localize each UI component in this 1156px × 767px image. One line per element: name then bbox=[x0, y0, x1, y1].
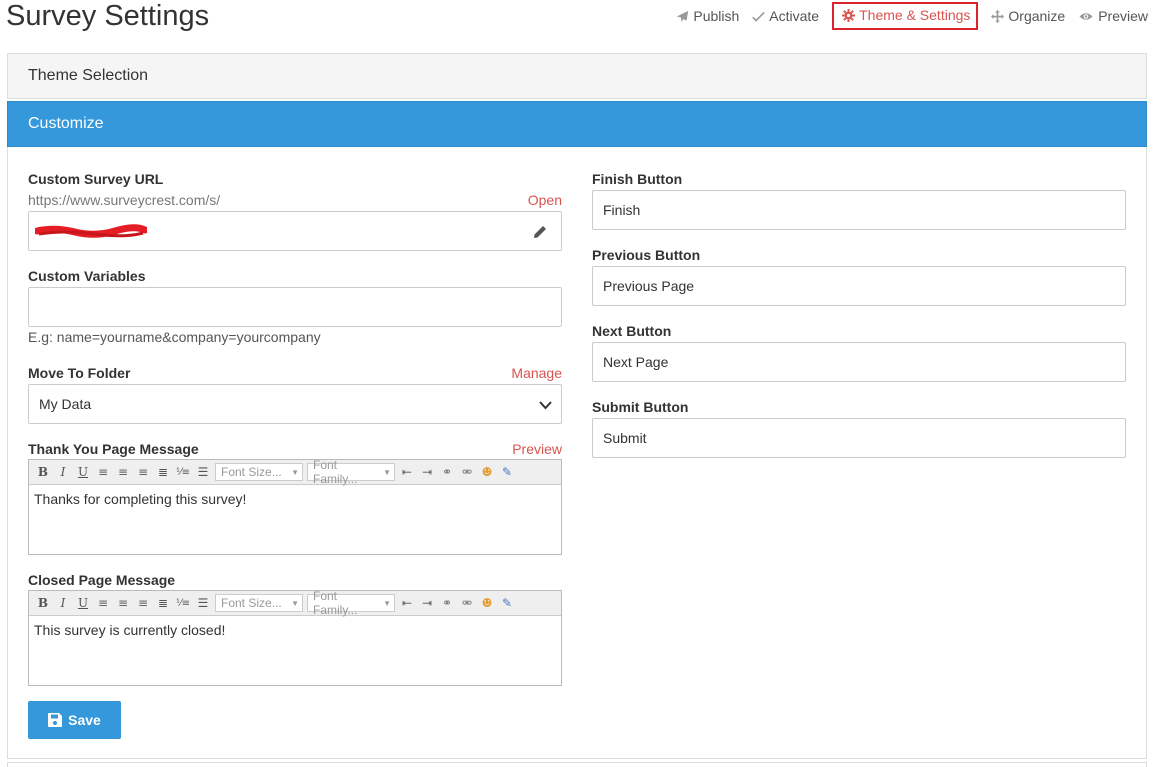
link-icon[interactable]: ⚭ bbox=[438, 463, 456, 481]
dropdown-arrow-icon: ▼ bbox=[291, 467, 299, 477]
font-size-select-label: Font Size... bbox=[221, 596, 282, 610]
chevron-down-icon bbox=[539, 401, 552, 410]
folder-select-value: My Data bbox=[39, 396, 92, 412]
pencil-icon[interactable] bbox=[532, 224, 548, 240]
save-button[interactable]: Save bbox=[28, 701, 121, 739]
previous-button-input[interactable]: Previous Page bbox=[592, 266, 1126, 306]
thank-you-editor-toolbar: B I U ≡ ≡ ≡ ≣ ⅟≡ ☰ Font Size... ▼ Font Fa… bbox=[29, 458, 561, 486]
align-center-icon[interactable]: ≡ bbox=[114, 594, 132, 612]
nav-activate-label: Activate bbox=[769, 8, 820, 24]
font-family-select[interactable]: Font Family... ▼ bbox=[307, 458, 395, 486]
ordered-list-icon[interactable]: ⅟≡ bbox=[174, 594, 192, 612]
custom-url-label: Custom Survey URL bbox=[28, 171, 164, 187]
manage-link[interactable]: Manage bbox=[511, 365, 562, 381]
save-button-label: Save bbox=[68, 712, 101, 728]
font-size-select[interactable]: Font Size... ▼ bbox=[215, 463, 303, 481]
move-to-folder-label: Move To Folder bbox=[28, 365, 131, 381]
custom-url-prefix: https://www.surveycrest.com/s/ bbox=[28, 192, 221, 208]
floppy-disk-icon bbox=[48, 713, 63, 727]
custom-url-input[interactable] bbox=[28, 211, 562, 251]
italic-icon[interactable]: I bbox=[54, 594, 72, 612]
unlink-icon[interactable]: ⚮ bbox=[458, 594, 476, 612]
closed-page-editor[interactable]: B I U ≡ ≡ ≡ ≣ ⅟≡ ☰ Font Size... ▼ Font Fa… bbox=[28, 589, 562, 686]
open-link[interactable]: Open bbox=[528, 192, 562, 208]
unordered-list-icon[interactable]: ☰ bbox=[194, 463, 212, 481]
closed-page-editor-toolbar: B I U ≡ ≡ ≡ ≣ ⅟≡ ☰ Font Size... ▼ Font Fa… bbox=[29, 589, 561, 617]
next-panel-edge bbox=[7, 762, 1147, 767]
custom-variables-label: Custom Variables bbox=[28, 268, 146, 284]
nav-activate[interactable]: Activate bbox=[752, 4, 819, 28]
next-button-label: Next Button bbox=[592, 323, 672, 339]
dropdown-arrow-icon: ▼ bbox=[383, 467, 391, 477]
unordered-list-icon[interactable]: ☰ bbox=[194, 594, 212, 612]
nav-theme-settings-label: Theme & Settings bbox=[859, 7, 971, 23]
paper-plane-icon bbox=[677, 10, 689, 22]
nav-theme-settings[interactable]: Theme & Settings bbox=[832, 2, 979, 30]
eye-icon bbox=[1079, 12, 1093, 20]
next-button-input[interactable]: Next Page bbox=[592, 342, 1126, 382]
bold-icon[interactable]: B bbox=[34, 463, 52, 481]
move-arrows-icon bbox=[991, 9, 1005, 23]
outdent-icon[interactable]: ⇤ bbox=[398, 594, 416, 612]
font-size-select-label: Font Size... bbox=[221, 465, 282, 479]
align-left-icon[interactable]: ≡ bbox=[94, 463, 112, 481]
gear-icon bbox=[842, 8, 856, 22]
ordered-list-icon[interactable]: ⅟≡ bbox=[174, 463, 192, 481]
edit-source-icon[interactable]: ✎ bbox=[498, 463, 516, 481]
link-icon[interactable]: ⚭ bbox=[438, 594, 456, 612]
font-size-select[interactable]: Font Size... ▼ bbox=[215, 594, 303, 612]
nav-preview[interactable]: Preview bbox=[1078, 4, 1148, 28]
font-family-select-label: Font Family... bbox=[313, 458, 358, 486]
theme-selection-title: Theme Selection bbox=[28, 67, 149, 84]
align-left-icon[interactable]: ≡ bbox=[94, 594, 112, 612]
thank-you-editor[interactable]: B I U ≡ ≡ ≡ ≣ ⅟≡ ☰ Font Size... ▼ Font Fa… bbox=[28, 458, 562, 555]
outdent-icon[interactable]: ⇤ bbox=[398, 463, 416, 481]
customize-title: Customize bbox=[28, 115, 104, 132]
redacted-scribble bbox=[35, 224, 147, 238]
closed-page-label: Closed Page Message bbox=[28, 572, 176, 588]
top-nav: Publish Activate Theme & Settings Organi… bbox=[663, 2, 1148, 30]
bold-icon[interactable]: B bbox=[34, 594, 52, 612]
check-icon bbox=[752, 11, 766, 22]
font-family-select-label: Font Family... bbox=[313, 589, 358, 617]
align-right-icon[interactable]: ≡ bbox=[134, 463, 152, 481]
indent-icon[interactable]: ⇥ bbox=[418, 594, 436, 612]
unlink-icon[interactable]: ⚮ bbox=[458, 463, 476, 481]
nav-publish-label: Publish bbox=[693, 8, 740, 24]
align-justify-icon[interactable]: ≣ bbox=[154, 594, 172, 612]
underline-icon[interactable]: U bbox=[74, 463, 92, 481]
thank-you-label: Thank You Page Message bbox=[28, 441, 199, 457]
thank-you-editor-content[interactable]: Thanks for completing this survey! bbox=[29, 485, 561, 513]
dropdown-arrow-icon: ▼ bbox=[383, 598, 391, 608]
previous-button-label: Previous Button bbox=[592, 247, 701, 263]
italic-icon[interactable]: I bbox=[54, 463, 72, 481]
submit-button-label: Submit Button bbox=[592, 399, 689, 415]
indent-icon[interactable]: ⇥ bbox=[418, 463, 436, 481]
emoticon-icon[interactable]: ☻ bbox=[478, 594, 496, 612]
emoticon-icon[interactable]: ☻ bbox=[478, 463, 496, 481]
nav-organize[interactable]: Organize bbox=[991, 4, 1065, 28]
align-justify-icon[interactable]: ≣ bbox=[154, 463, 172, 481]
nav-organize-label: Organize bbox=[1008, 8, 1066, 24]
font-family-select[interactable]: Font Family... ▼ bbox=[307, 589, 395, 617]
closed-page-editor-content[interactable]: This survey is currently closed! bbox=[29, 616, 561, 644]
theme-selection-panel-header[interactable]: Theme Selection bbox=[7, 53, 1147, 99]
edit-source-icon[interactable]: ✎ bbox=[498, 594, 516, 612]
nav-publish[interactable]: Publish bbox=[676, 4, 739, 28]
submit-button-input[interactable]: Submit bbox=[592, 418, 1126, 458]
page-title: Survey Settings bbox=[6, 0, 210, 32]
underline-icon[interactable]: U bbox=[74, 594, 92, 612]
finish-button-label: Finish Button bbox=[592, 171, 683, 187]
customize-panel-header[interactable]: Customize bbox=[7, 101, 1147, 147]
folder-select[interactable]: My Data bbox=[28, 384, 562, 424]
preview-link[interactable]: Preview bbox=[512, 441, 562, 457]
dropdown-arrow-icon: ▼ bbox=[291, 598, 299, 608]
align-right-icon[interactable]: ≡ bbox=[134, 594, 152, 612]
align-center-icon[interactable]: ≡ bbox=[114, 463, 132, 481]
custom-variables-input[interactable] bbox=[28, 287, 562, 327]
finish-button-input[interactable]: Finish bbox=[592, 190, 1126, 230]
nav-preview-label: Preview bbox=[1098, 8, 1148, 24]
custom-variables-hint: E.g: name=yourname&company=yourcompany bbox=[28, 329, 321, 345]
